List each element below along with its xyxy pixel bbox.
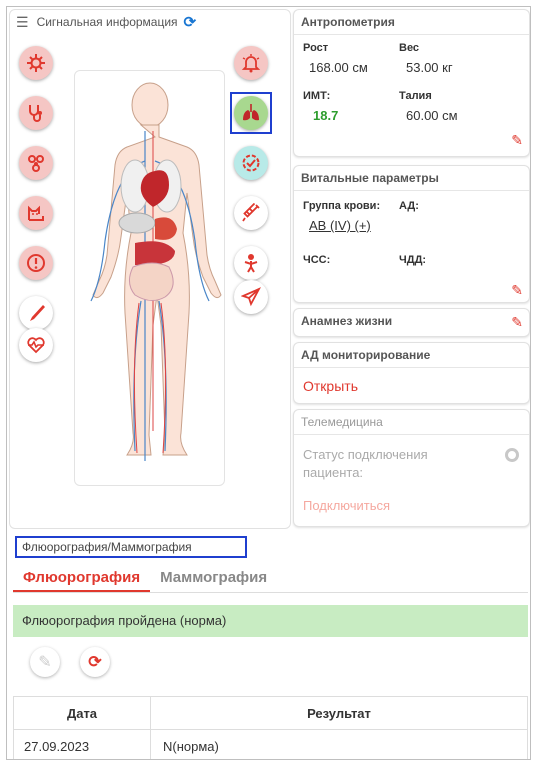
anamnesis-title: Анамнез жизни	[301, 314, 393, 328]
pencil-icon: ✎	[38, 654, 52, 671]
weight-label: Вес	[399, 42, 420, 54]
edit-button[interactable]: ✎	[30, 647, 60, 677]
edit-vitals-icon[interactable]: ✎	[511, 282, 523, 299]
app-frame: ☰ Сигнальная информация ⟳ Антропометрия …	[6, 6, 531, 760]
blood-group-value[interactable]: AB (IV) (+)	[309, 218, 371, 233]
check-badge-icon[interactable]	[234, 146, 268, 180]
weight-value: 53.00 кг	[406, 60, 453, 75]
human-body-diagram[interactable]	[74, 70, 225, 486]
refresh-icon[interactable]: ⟳	[184, 13, 197, 31]
tab-fluorography[interactable]: Флюорография	[13, 567, 151, 592]
signal-info-header: ☰ Сигнальная информация ⟳	[10, 10, 290, 34]
anthropometry-card: Антропометрия Рост 168.00 см Вес 53.00 к…	[293, 9, 530, 157]
telemedicine-title: Телемедицина	[294, 410, 529, 435]
vitals-title: Витальные параметры	[294, 166, 529, 191]
signal-info-panel: ☰ Сигнальная информация ⟳	[9, 9, 291, 529]
table-cell-result: N(норма)	[163, 739, 219, 754]
table-header-date[interactable]: Дата	[14, 697, 151, 729]
tab-mammography[interactable]: Маммография	[150, 567, 277, 592]
respiratory-rate-label: ЧДД:	[399, 254, 427, 266]
lungs-selection-highlight	[230, 92, 272, 134]
telemedicine-card: Телемедицина Статус подключения пациента…	[293, 409, 530, 527]
syringe-icon[interactable]	[234, 196, 268, 230]
edit-anamnesis-icon[interactable]: ✎	[511, 314, 523, 331]
connection-status-label: Статус подключения пациента:	[303, 447, 428, 480]
baby-icon[interactable]	[234, 246, 268, 280]
biohazard-icon[interactable]	[19, 146, 53, 180]
blood-group-label: Группа крови:	[303, 200, 381, 212]
table-cell-date: 27.09.2023	[14, 730, 151, 759]
bell-icon[interactable]	[234, 46, 268, 80]
fluoro-table: Дата Результат 27.09.2023 N(норма)	[13, 696, 528, 759]
paper-plane-icon[interactable]	[234, 280, 268, 314]
fluoro-section-title: Флюорография/Маммография	[15, 536, 247, 558]
fluoro-status-banner: Флюорография пройдена (норма)	[13, 605, 528, 637]
open-bp-monitoring-link[interactable]: Открыть	[303, 378, 358, 394]
edit-anthropometry-icon[interactable]: ✎	[511, 132, 523, 149]
signal-info-title: Сигнальная информация	[36, 15, 178, 29]
table-row[interactable]: 27.09.2023 N(норма)	[14, 730, 527, 759]
virus-icon[interactable]	[19, 46, 53, 80]
bmi-value: 18.7	[313, 108, 339, 123]
table-header-row: Дата Результат	[14, 697, 527, 730]
bp-monitoring-title: АД мониторирование	[294, 343, 529, 368]
webcam-icon	[505, 448, 519, 462]
scalpel-icon[interactable]	[19, 296, 53, 330]
bp-label: АД:	[399, 200, 419, 212]
connect-link[interactable]: Подключиться	[303, 498, 390, 513]
vitals-card: Витальные параметры Группа крови: AB (IV…	[293, 165, 530, 303]
cat-allergy-icon[interactable]	[19, 196, 53, 230]
table-header-result[interactable]: Результат	[151, 697, 527, 729]
heart-rate-label: ЧСС:	[303, 254, 331, 266]
stethoscope-icon[interactable]	[19, 96, 53, 130]
height-value: 168.00 см	[309, 60, 368, 75]
hamburger-icon[interactable]: ☰	[16, 14, 29, 31]
fluoro-tabs: Флюорография Маммография	[13, 567, 528, 593]
bp-monitoring-card: АД мониторирование Открыть	[293, 342, 530, 404]
anthropometry-title: Антропометрия	[294, 10, 529, 35]
waist-label: Талия	[399, 90, 432, 102]
height-label: Рост	[303, 42, 329, 54]
anamnesis-card[interactable]: Анамнез жизни ✎	[293, 308, 530, 337]
refresh-icon: ⟳	[88, 654, 102, 671]
waist-value: 60.00 см	[406, 108, 458, 123]
exclamation-icon[interactable]	[19, 246, 53, 280]
heartbeat-icon[interactable]	[19, 328, 53, 362]
bmi-label: ИМТ:	[303, 90, 331, 102]
refresh-button[interactable]: ⟳	[80, 647, 110, 677]
